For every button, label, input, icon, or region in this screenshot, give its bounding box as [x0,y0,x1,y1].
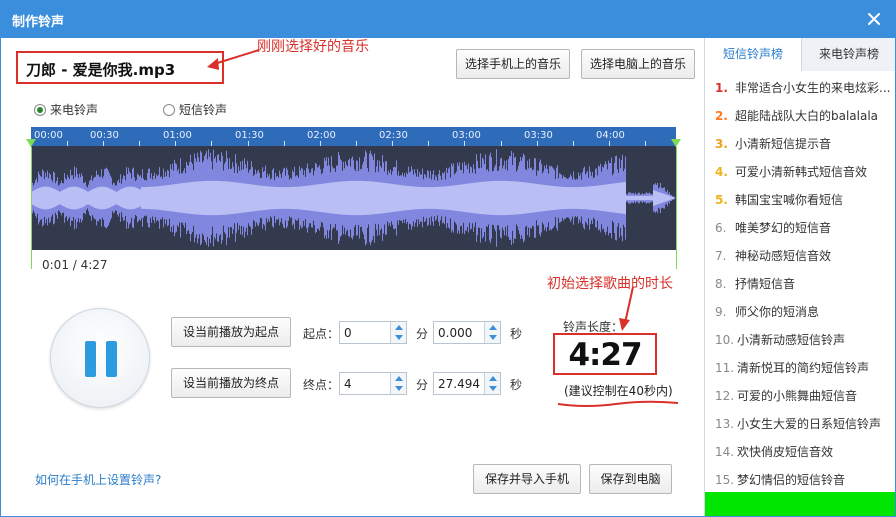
list-item[interactable]: 2. 超能陆战队大白的balalala [715,106,895,134]
radio-sms-label: 短信铃声 [179,103,228,117]
tick-label: 01:00 [163,130,192,141]
annotation-selected-music: 刚刚选择好的音乐 [257,39,369,55]
radio-call-ringtone[interactable]: 来电铃声 [34,101,98,118]
start-sec-unit: 秒 [510,327,523,341]
annotation-underline-icon [557,400,679,407]
list-item[interactable]: 3. 小清新短信提示音 [715,134,895,162]
spinner-arrows-icon[interactable] [484,322,500,343]
tick-label: 00:30 [90,130,119,141]
close-icon[interactable] [865,10,883,28]
list-item[interactable]: 10. 小清新动感短信铃声 [715,330,895,358]
end-sec-unit: 秒 [510,378,523,392]
ringtone-maker-window: 制作铃声 刀郎 - 爱是你我.mp3 刚刚选择好的音乐 选择手机上的音乐 选择电… [0,0,896,517]
end-marker-line [676,147,677,269]
pause-icon [106,341,117,377]
radio-selected-icon [34,103,46,116]
spinner-arrows-icon[interactable] [390,373,406,394]
length-hint: (建议控制在40秒内) [564,384,673,398]
spinner-arrows-icon[interactable] [390,322,406,343]
tick-label: 00:00 [34,130,63,141]
tab-sms-chart[interactable]: 短信铃声榜 [705,38,802,71]
start-seconds-input[interactable]: 0.000 [433,321,501,344]
chart-list: 1. 非常适合小女生的来电炫彩... 2. 超能陆战队大白的balalala 3. 小… [715,78,895,498]
radio-call-label: 来电铃声 [50,103,99,117]
tick-label: 01:30 [235,130,264,141]
chart-tabs: 短信铃声榜 来电铃声榜 [705,38,895,71]
list-item[interactable]: 4. 可爱小清新韩式短信音效 [715,162,895,190]
start-seconds-value: 0.000 [438,326,473,340]
choose-pc-music-button[interactable]: 选择电脑上的音乐 [581,49,695,79]
tick-label: 04:00 [596,130,625,141]
annotation-arrow-icon [207,49,260,70]
start-marker-line [31,147,32,269]
end-minutes-value: 4 [344,377,352,391]
end-handle-icon[interactable] [671,139,681,147]
list-item[interactable]: 13. 小女生大爱的日系短信铃声 [715,414,895,442]
list-item[interactable]: 9. 师父你的短消息 [715,302,895,330]
window-title: 制作铃声 [12,15,65,30]
save-import-phone-button[interactable]: 保存并导入手机 [473,464,581,494]
list-item[interactable]: 12. 可爱的小熊舞曲短信音 [715,386,895,414]
editor-panel: 刀郎 - 爱是你我.mp3 刚刚选择好的音乐 选择手机上的音乐 选择电脑上的音乐… [1,38,704,516]
spinner-arrows-icon[interactable] [484,373,500,394]
end-label: 终点： [303,378,340,392]
end-min-unit: 分 [416,378,429,392]
list-item[interactable]: 1. 非常适合小女生的来电炫彩... [715,78,895,106]
help-link[interactable]: 如何在手机上设置铃声? [35,471,161,488]
tick-label: 03:00 [452,130,481,141]
waveform-editor[interactable]: 00:00 00:30 01:00 01:30 02:00 02:30 03:0… [31,127,676,250]
start-minutes-value: 0 [344,326,352,340]
start-min-unit: 分 [416,327,429,341]
filename-highlight: 刀郎 - 爱是你我.mp3 [16,51,224,84]
tab-call-chart[interactable]: 来电铃声榜 [802,38,895,71]
list-item[interactable]: 6. 唯美梦幻的短信音 [715,218,895,246]
annotation-initial-duration: 初始选择歌曲的时长 [547,276,673,292]
set-start-button[interactable]: 设当前播放为起点 [171,317,291,347]
save-to-pc-button[interactable]: 保存到电脑 [589,464,672,494]
list-item[interactable]: 14. 欢快俏皮短信音效 [715,442,895,470]
ringtone-chart-sidebar: 短信铃声榜 来电铃声榜 1. 非常适合小女生的来电炫彩... 2. 超能陆战队大白的… [704,38,895,516]
set-end-button[interactable]: 设当前播放为终点 [171,368,291,398]
start-label: 起点： [303,327,340,341]
ringtone-length-highlight: 4:27 [553,333,657,375]
start-handle-icon[interactable] [26,139,36,147]
title-bar[interactable]: 制作铃声 [1,1,895,38]
list-item[interactable]: 11. 清新悦耳的简约短信铃声 [715,358,895,386]
start-minutes-input[interactable]: 0 [339,321,407,344]
pause-icon [85,341,96,377]
list-item[interactable]: 8. 抒情短信音 [715,274,895,302]
list-item[interactable]: 5. 韩国宝宝喊你看短信 [715,190,895,218]
tick-label: 03:30 [524,130,553,141]
radio-sms-ringtone[interactable]: 短信铃声 [163,101,227,118]
status-bar [705,492,895,516]
end-seconds-value: 27.494 [438,377,480,391]
tick-label: 02:30 [379,130,408,141]
end-minutes-input[interactable]: 4 [339,372,407,395]
ringtone-length-value: 4:27 [568,337,642,373]
playback-position: 0:01 / 4:27 [42,258,108,272]
selection-range [31,146,676,250]
end-seconds-input[interactable]: 27.494 [433,372,501,395]
choose-phone-music-button[interactable]: 选择手机上的音乐 [456,49,570,79]
pause-button[interactable] [50,308,150,408]
list-item[interactable]: 7. 神秘动感短信音效 [715,246,895,274]
selected-file-name: 刀郎 - 爱是你我.mp3 [26,61,176,79]
tick-label: 02:00 [307,130,336,141]
radio-unselected-icon [163,103,175,116]
time-ruler: 00:00 00:30 01:00 01:30 02:00 02:30 03:0… [31,127,676,146]
